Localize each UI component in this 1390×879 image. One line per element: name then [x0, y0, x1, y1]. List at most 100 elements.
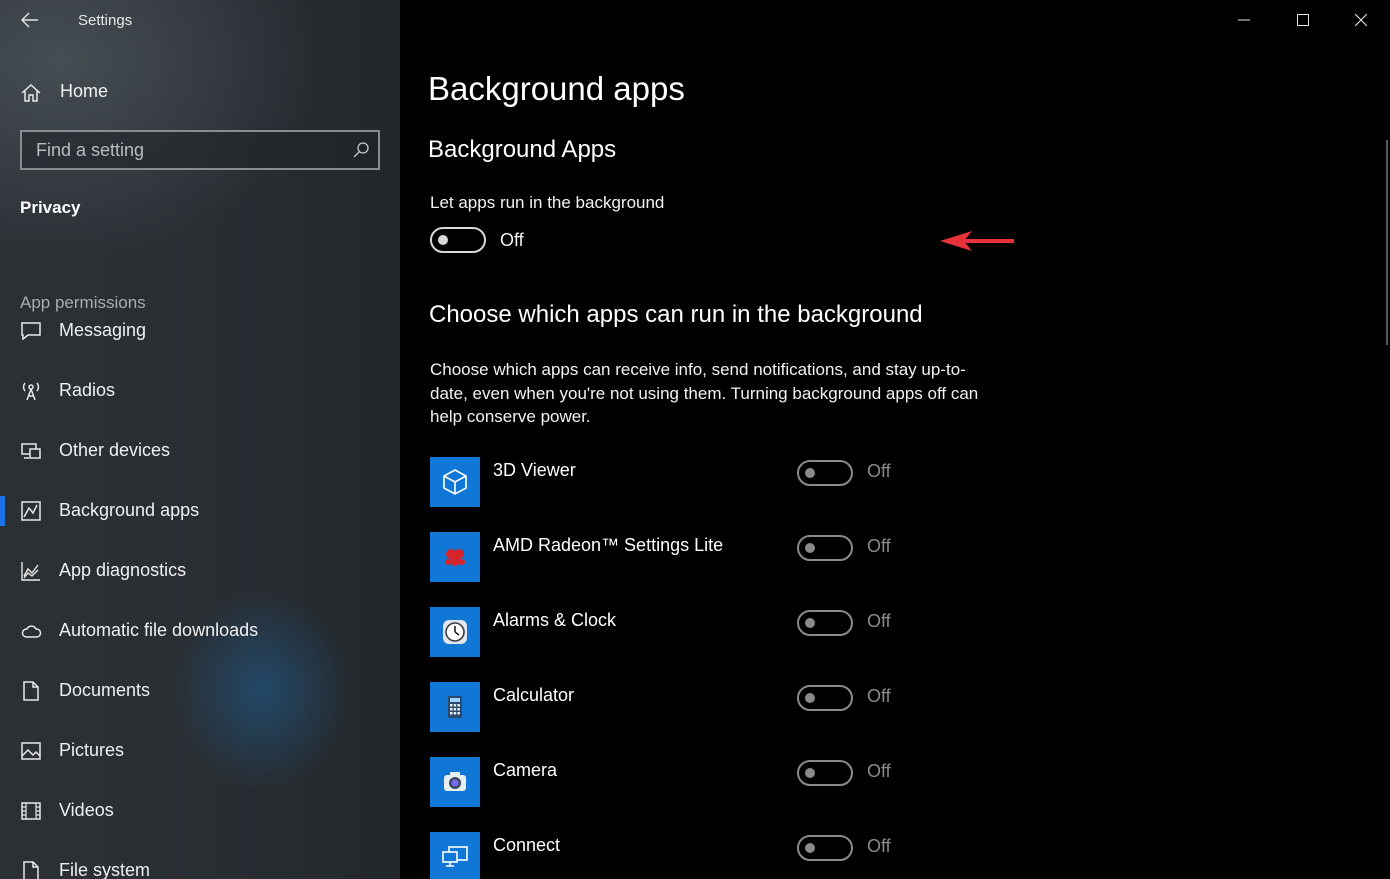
title-bar: Settings	[0, 0, 400, 40]
section-title: Privacy	[20, 198, 81, 217]
search-icon[interactable]	[352, 141, 370, 159]
scrollbar[interactable]	[1386, 140, 1388, 345]
sidebar-item-home[interactable]: Home	[0, 72, 400, 112]
app-row-camera: Camera Off	[430, 757, 990, 807]
page-title: Background apps	[428, 70, 685, 107]
app-name: 3D Viewer	[493, 460, 576, 480]
home-icon	[21, 83, 41, 102]
sidebar-item-label: Background apps	[59, 500, 200, 520]
amd-radeon-icon	[445, 549, 465, 566]
sidebar-item-label: Messaging	[59, 320, 147, 340]
sidebar: Settings Home Privacy App permissions Me…	[0, 0, 400, 879]
sidebar-nav-list: Messaging Radios Other devices Backgroun…	[0, 318, 400, 879]
app-name: Camera	[493, 760, 558, 780]
app-toggle[interactable]	[797, 610, 853, 636]
app-name: AMD Radeon™ Settings Lite	[493, 535, 724, 555]
app-tile	[430, 532, 480, 582]
toggle-knob	[805, 768, 815, 778]
sidebar-item-automatic-file-downloads[interactable]: Automatic file downloads	[0, 606, 400, 656]
close-button[interactable]	[1332, 0, 1390, 40]
3d-cube-icon	[443, 469, 467, 495]
sidebar-item-background-apps[interactable]: Background apps	[0, 486, 400, 536]
toggle-caption: Let apps run in the background	[430, 193, 665, 212]
toggle-knob	[438, 235, 448, 245]
sidebar-item-label: Pictures	[59, 740, 125, 760]
app-toggle[interactable]	[797, 535, 853, 561]
app-title: Settings	[78, 12, 133, 29]
sidebar-item-radios[interactable]: Radios	[0, 366, 400, 416]
app-tile	[430, 757, 480, 807]
app-toggle[interactable]	[797, 460, 853, 486]
background-apps-icon	[21, 501, 41, 521]
document-icon	[23, 681, 39, 701]
sidebar-item-label: Radios	[59, 380, 116, 400]
toggle-state-label: Off	[867, 536, 891, 556]
app-tile	[430, 607, 480, 657]
toggle-knob	[805, 618, 815, 628]
toggle-state-label: Off	[867, 761, 891, 781]
sidebar-item-other-devices[interactable]: Other devices	[0, 426, 400, 476]
background-apps-toggle[interactable]	[430, 227, 486, 253]
cloud-icon	[21, 625, 42, 638]
sidebar-item-label: Documents	[59, 680, 151, 700]
picture-icon	[21, 742, 41, 760]
toggle-state-label: Off	[867, 461, 891, 481]
connect-screen-icon	[442, 846, 468, 867]
sidebar-item-pictures[interactable]: Pictures	[0, 726, 400, 776]
main-content: Background apps Background Apps Let apps…	[400, 0, 1390, 879]
sidebar-item-label: Other devices	[59, 440, 171, 460]
toggle-state-label: Off	[500, 230, 524, 250]
app-toggle[interactable]	[797, 685, 853, 711]
selection-indicator	[0, 496, 5, 526]
sidebar-item-videos[interactable]: Videos	[0, 786, 400, 836]
app-row-calculator: Calculator Off	[430, 682, 990, 732]
app-toggle[interactable]	[797, 835, 853, 861]
toggle-knob	[805, 468, 815, 478]
app-tile	[430, 682, 480, 732]
app-toggle[interactable]	[797, 760, 853, 786]
calculator-icon	[448, 696, 462, 718]
maximize-icon	[1297, 14, 1309, 26]
app-name: Alarms & Clock	[493, 610, 617, 630]
sidebar-item-label: App diagnostics	[59, 560, 187, 580]
app-name: Calculator	[493, 685, 575, 705]
toggle-knob	[805, 543, 815, 553]
toggle-knob	[805, 843, 815, 853]
toggle-knob	[805, 693, 815, 703]
sidebar-item-label: Videos	[59, 800, 114, 820]
camera-icon	[444, 772, 466, 791]
close-icon	[1355, 14, 1367, 26]
sidebar-item-label: Home	[60, 81, 109, 101]
radio-tower-icon	[22, 382, 40, 401]
sidebar-item-messaging[interactable]: Messaging	[0, 318, 400, 356]
diagnostics-chart-icon	[21, 562, 40, 581]
search-input[interactable]	[22, 132, 342, 168]
film-icon	[21, 802, 41, 820]
section-heading: Background Apps	[428, 136, 617, 163]
app-row-amd-radeon: AMD Radeon™ Settings Lite Off	[430, 532, 990, 582]
group-label: App permissions	[20, 293, 146, 312]
sidebar-item-app-diagnostics[interactable]: App diagnostics	[0, 546, 400, 596]
sidebar-item-file-system[interactable]: File system	[0, 846, 400, 879]
app-name: Connect	[493, 835, 561, 855]
clock-icon	[443, 620, 467, 644]
minimize-icon	[1238, 19, 1250, 21]
app-row-3d-viewer: 3D Viewer Off	[430, 457, 990, 507]
back-button[interactable]	[14, 6, 46, 34]
app-tile	[430, 832, 480, 879]
apps-list-heading: Choose which apps can run in the backgro…	[429, 301, 923, 328]
annotation-arrow-icon	[940, 231, 1014, 251]
sidebar-item-label: File system	[59, 860, 151, 879]
back-arrow-icon	[21, 12, 38, 28]
toggle-state-label: Off	[867, 611, 891, 631]
messaging-icon	[21, 322, 41, 341]
minimize-button[interactable]	[1215, 0, 1273, 40]
app-row-connect: Connect Off	[430, 832, 990, 879]
toggle-state-label: Off	[867, 686, 891, 706]
app-tile	[430, 457, 480, 507]
sidebar-item-label: Automatic file downloads	[59, 620, 259, 640]
sidebar-item-documents[interactable]: Documents	[0, 666, 400, 716]
maximize-button[interactable]	[1274, 0, 1332, 40]
description: Choose which apps can receive info, send…	[430, 360, 979, 426]
app-row-alarms-clock: Alarms & Clock Off	[430, 607, 990, 657]
